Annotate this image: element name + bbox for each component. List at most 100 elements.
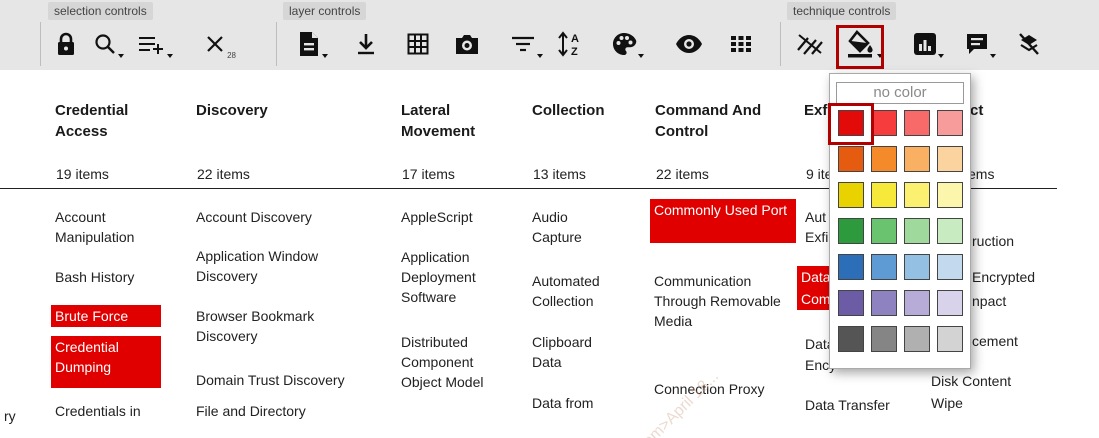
technique-cell[interactable]: npact bbox=[968, 290, 1010, 312]
eye-icon[interactable] bbox=[672, 24, 706, 64]
technique-cell[interactable]: Account Discovery bbox=[192, 206, 316, 228]
column-header-lateral-movement[interactable]: Lateral Movement bbox=[401, 100, 511, 142]
technique-cell[interactable]: cement bbox=[968, 330, 1022, 352]
search-icon[interactable] bbox=[88, 24, 124, 64]
technique-cell[interactable]: Disk Content bbox=[927, 370, 1015, 392]
fill-button-highlight bbox=[836, 25, 884, 69]
technique-cell[interactable]: Automated Collection bbox=[528, 270, 628, 312]
technique-cell[interactable]: Audio Capture bbox=[528, 206, 608, 248]
layer-controls-label: layer controls bbox=[283, 2, 367, 20]
technique-cell[interactable]: Aut bbox=[801, 206, 830, 228]
technique-cell[interactable]: File and Directory bbox=[192, 400, 310, 422]
technique-cell[interactable]: Domain Trust Discovery bbox=[192, 369, 349, 391]
color-swatch[interactable] bbox=[904, 110, 930, 136]
color-swatch[interactable] bbox=[904, 290, 930, 316]
technique-cell[interactable]: Data from bbox=[528, 392, 597, 414]
chevron-down-icon bbox=[938, 54, 944, 58]
no-color-button[interactable]: no color bbox=[836, 82, 964, 104]
color-swatch[interactable] bbox=[838, 146, 864, 172]
technique-cell[interactable]: Encrypted bbox=[968, 266, 1039, 288]
color-swatch[interactable] bbox=[937, 218, 963, 244]
comment-icon[interactable] bbox=[960, 24, 996, 64]
color-swatch[interactable] bbox=[937, 110, 963, 136]
download-icon[interactable] bbox=[353, 24, 379, 64]
column-header-collection[interactable]: Collection bbox=[532, 100, 642, 121]
color-swatch[interactable] bbox=[838, 182, 864, 208]
column-header-impact[interactable]: ct bbox=[970, 100, 1010, 121]
color-swatch[interactable] bbox=[838, 290, 864, 316]
sort-icon[interactable]: AZ bbox=[555, 24, 585, 64]
technique-cell-selected[interactable]: Commonly Used Port bbox=[650, 199, 796, 243]
multiselect-icon[interactable] bbox=[135, 24, 173, 64]
camera-icon[interactable] bbox=[452, 24, 482, 64]
column-header-credential-access[interactable]: Credential Access bbox=[55, 100, 165, 142]
selection-controls-label: selection controls bbox=[48, 2, 153, 20]
palette-icon[interactable] bbox=[606, 24, 644, 64]
technique-cell-selected[interactable]: Brute Force bbox=[51, 305, 161, 327]
color-swatch[interactable] bbox=[937, 254, 963, 280]
column-count: 19 items bbox=[56, 166, 109, 182]
color-swatch[interactable] bbox=[904, 146, 930, 172]
svg-text:A: A bbox=[571, 33, 579, 45]
technique-cell[interactable]: Wipe bbox=[927, 392, 967, 414]
clear-icon[interactable] bbox=[1015, 24, 1043, 64]
color-swatch[interactable] bbox=[937, 290, 963, 316]
toolbar-separator bbox=[40, 22, 41, 66]
color-swatch[interactable] bbox=[937, 182, 963, 208]
grid-icon[interactable] bbox=[404, 24, 432, 64]
color-swatch[interactable] bbox=[904, 326, 930, 352]
technique-cell[interactable]: Clipboard Data bbox=[528, 331, 618, 373]
dots-icon[interactable] bbox=[728, 24, 754, 64]
toolbar-separator bbox=[780, 22, 781, 66]
column-count: 22 items bbox=[656, 166, 709, 182]
color-swatch[interactable] bbox=[871, 146, 897, 172]
toolbar-separator bbox=[276, 22, 277, 66]
color-swatch[interactable] bbox=[838, 326, 864, 352]
color-swatch[interactable] bbox=[904, 218, 930, 244]
layer-info-icon[interactable] bbox=[292, 24, 328, 64]
technique-cell[interactable]: ruction bbox=[968, 230, 1018, 252]
technique-cell[interactable]: Distributed Component Object Model bbox=[397, 331, 497, 393]
technique-cell[interactable]: Bash History bbox=[51, 266, 138, 288]
color-swatch[interactable] bbox=[871, 110, 897, 136]
technique-cell[interactable]: ry bbox=[0, 405, 20, 427]
filter-icon[interactable] bbox=[505, 24, 543, 64]
chevron-down-icon bbox=[990, 54, 996, 58]
score-icon[interactable] bbox=[908, 24, 944, 64]
column-header-discovery[interactable]: Discovery bbox=[196, 100, 346, 121]
chevron-down-icon bbox=[322, 54, 328, 58]
svg-text:Z: Z bbox=[571, 46, 578, 58]
technique-cell[interactable]: Application Window Discovery bbox=[192, 245, 372, 287]
color-swatch[interactable] bbox=[871, 290, 897, 316]
technique-cell[interactable]: Communication Through Removable Media bbox=[650, 270, 790, 332]
technique-cell[interactable]: Account Manipulation bbox=[51, 206, 163, 248]
lock-icon[interactable] bbox=[52, 24, 80, 64]
technique-cell-selected[interactable]: Credential Dumping bbox=[51, 336, 161, 388]
deselect-count: 28 bbox=[227, 51, 236, 60]
column-count: 13 items bbox=[533, 166, 586, 182]
technique-cell[interactable]: AppleScript bbox=[397, 206, 477, 228]
column-header-command-and-control[interactable]: Command And Control bbox=[655, 100, 795, 142]
color-swatch[interactable] bbox=[871, 326, 897, 352]
chevron-down-icon bbox=[638, 54, 644, 58]
column-count: 17 items bbox=[402, 166, 455, 182]
color-swatch[interactable] bbox=[904, 182, 930, 208]
disable-icon[interactable] bbox=[793, 24, 827, 64]
color-swatch[interactable] bbox=[838, 218, 864, 244]
toolbar: selection controls layer controls techni… bbox=[0, 0, 1099, 70]
technique-cell[interactable]: Browser Bookmark Discovery bbox=[192, 305, 372, 347]
color-swatch[interactable] bbox=[871, 218, 897, 244]
deselect-icon[interactable]: 28 bbox=[200, 24, 236, 64]
technique-cell[interactable]: Application Deployment Software bbox=[397, 246, 507, 308]
technique-cell[interactable]: Data Transfer bbox=[801, 394, 894, 416]
technique-cell[interactable]: Credentials in bbox=[51, 400, 145, 422]
color-swatch[interactable] bbox=[904, 254, 930, 280]
color-swatch[interactable] bbox=[838, 254, 864, 280]
color-swatch[interactable] bbox=[937, 326, 963, 352]
color-swatch[interactable] bbox=[871, 254, 897, 280]
color-swatch[interactable] bbox=[871, 182, 897, 208]
column-count: ems bbox=[968, 166, 995, 182]
column-count: 22 items bbox=[197, 166, 250, 182]
chevron-down-icon bbox=[167, 54, 173, 58]
color-swatch[interactable] bbox=[937, 146, 963, 172]
